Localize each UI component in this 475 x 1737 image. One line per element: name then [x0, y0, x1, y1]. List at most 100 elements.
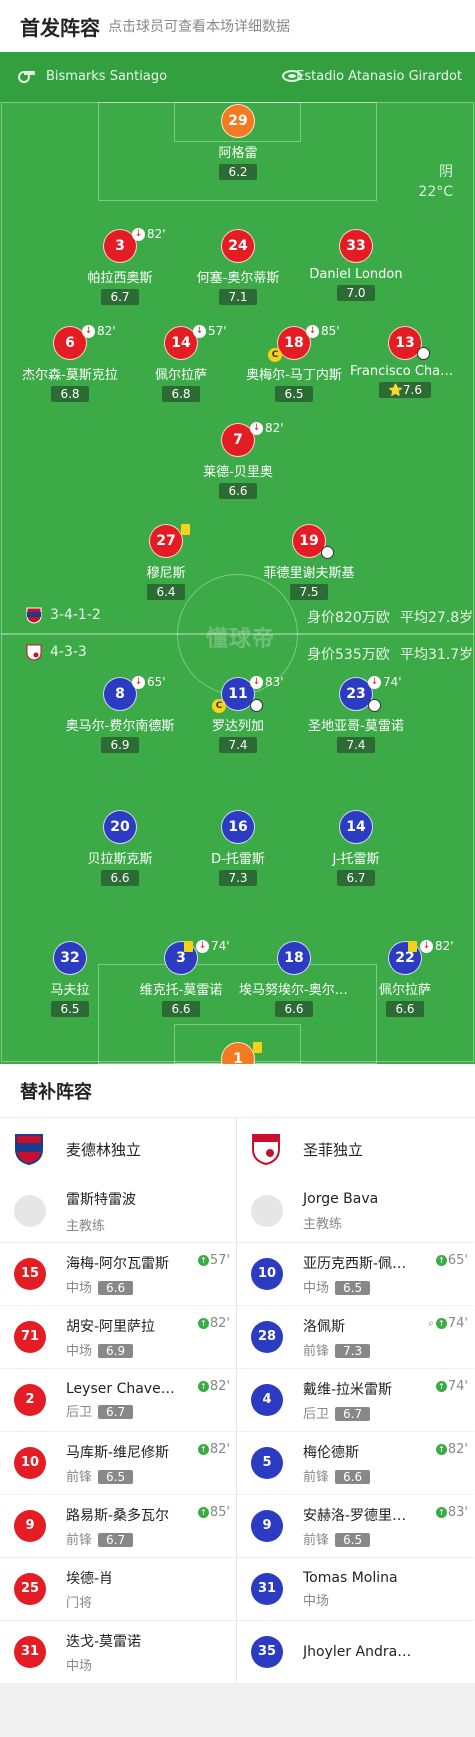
- substitute-row[interactable]: 15 海梅-阿尔瓦雷斯 中场 6.6 ↑ 57': [0, 1242, 236, 1305]
- sub-in-icon: ↑: [197, 1381, 209, 1392]
- sub-in-icon: ↑: [197, 1444, 209, 1455]
- player-number: 16: [221, 810, 255, 844]
- sub-in-minute: 82': [209, 1316, 230, 1331]
- substitution-marker: ↓ 82': [132, 227, 166, 241]
- substitute-row[interactable]: 9 路易斯-桑多瓦尔 前锋 6.7 ↑ 85': [0, 1494, 236, 1557]
- coach-role: 主教练: [66, 1218, 106, 1234]
- sub-out-minute: 82': [97, 324, 116, 338]
- substitute-row[interactable]: 5 梅伦德斯 前锋 6.6 ↑ 82': [237, 1431, 474, 1494]
- sub-number: 25: [14, 1573, 46, 1605]
- coach-avatar-icon: [14, 1195, 46, 1227]
- sub-position: 前锋: [303, 1532, 330, 1548]
- substitute-row[interactable]: 71 胡安-阿里萨拉 中场 6.9 ↑ 82': [0, 1305, 236, 1368]
- away-coach[interactable]: Jorge Bava 主教练: [237, 1180, 474, 1242]
- home-player[interactable]: 33 Daniel London 7.0: [301, 229, 411, 301]
- substitution-marker: ↓ 82': [82, 324, 116, 338]
- home-coach[interactable]: 雷斯特雷波 主教练: [0, 1180, 236, 1242]
- away-player[interactable]: 8 ↓ 65' 奥马尔-费尔南德斯 6.9: [65, 675, 175, 753]
- sub-rating: 6.5: [335, 1532, 371, 1547]
- player-name: 埃马努埃尔-奥尔蒂斯: [239, 983, 349, 998]
- away-player[interactable]: 1: [183, 1042, 293, 1064]
- sub-rating: 6.6: [335, 1469, 371, 1484]
- sub-in-marker: ↑ 82': [197, 1316, 230, 1331]
- sub-number: 31: [14, 1636, 46, 1668]
- sub-in-minute: 82': [447, 1442, 468, 1457]
- sub-out-icon: ↓: [306, 324, 319, 338]
- substitute-row[interactable]: 4 戴维-拉米雷斯 后卫 6.7 ↑ 74': [237, 1368, 474, 1431]
- home-player[interactable]: 18 ↓ 85' C 奥梅尔-马丁内斯 6.5: [239, 324, 349, 402]
- player-name: 佩尔拉萨: [378, 983, 431, 998]
- substitute-row[interactable]: 10 马库斯-维尼修斯 前锋 6.5 ↑ 82': [0, 1431, 236, 1494]
- away-team-row[interactable]: 圣菲独立: [237, 1118, 474, 1180]
- substitute-row[interactable]: 10 亚历克西斯-佩雷斯 中场 6.5 ↑ 65': [237, 1242, 474, 1305]
- home-player[interactable]: 24 何塞-奥尔蒂斯 7.1: [183, 229, 293, 305]
- player-rating: 7.1: [219, 289, 257, 305]
- away-player[interactable]: 16 D-托雷斯 7.3: [183, 810, 293, 886]
- away-player[interactable]: 23 ↓ 74' 圣地亚哥-莫雷诺 7.4: [301, 675, 411, 753]
- home-player[interactable]: 6 ↓ 82' 杰尔森-莫斯克拉 6.8: [15, 324, 125, 402]
- sub-number: 5: [251, 1447, 283, 1479]
- sub-name: Tomas Molina: [303, 1569, 398, 1586]
- sub-name: 戴维-拉米雷斯: [303, 1381, 393, 1398]
- home-player[interactable]: 19 菲德里谢夫斯基 7.5: [254, 524, 364, 600]
- away-player[interactable]: 32 马夫拉 6.5: [15, 941, 125, 1017]
- sub-out-minute: 83': [265, 675, 284, 689]
- sub-position: 中场: [66, 1343, 93, 1359]
- substitute-row[interactable]: 28 洛佩斯 前锋 7.3 ⌕ ↑ 74': [237, 1305, 474, 1368]
- sub-position: 中场: [303, 1280, 330, 1296]
- sub-name: 洛佩斯: [303, 1318, 345, 1335]
- sub-in-marker: ↑ 65': [435, 1253, 468, 1268]
- substitution-marker: ↓ 74': [368, 675, 402, 689]
- away-player[interactable]: 22 ↓ 82' 佩尔拉萨 6.6: [350, 939, 460, 1017]
- away-player[interactable]: 20 贝拉斯克斯 6.6: [65, 810, 175, 886]
- sub-number: 10: [14, 1447, 46, 1479]
- sub-out-icon: ↓: [250, 421, 263, 435]
- sub-in-marker: ↑ 85': [197, 1505, 230, 1520]
- home-formation: 3-4-1-2: [50, 607, 101, 623]
- sub-number: 10: [251, 1258, 283, 1290]
- sub-in-minute: 74': [447, 1316, 468, 1331]
- sub-in-marker: ↑ 82': [197, 1442, 230, 1457]
- away-player[interactable]: 14 J-托雷斯 6.7: [301, 810, 411, 886]
- away-market-value: 身价535万欧: [307, 647, 390, 663]
- sub-position: 中场: [303, 1593, 330, 1609]
- sub-out-minute: 82': [435, 939, 454, 953]
- sub-in-icon: ↑: [435, 1381, 447, 1392]
- home-team-row[interactable]: 麦德林独立: [0, 1118, 236, 1180]
- sub-name: 路易斯-桑多瓦尔: [66, 1507, 170, 1524]
- assist-icon: [417, 347, 430, 360]
- player-rating: 7.3: [219, 870, 257, 886]
- home-player[interactable]: 14 ↓ 57' 佩尔拉萨 6.8: [126, 324, 236, 402]
- substitution-marker: ↓ 83': [250, 675, 284, 689]
- substitute-row[interactable]: 31 迭戈-莫雷诺 中场: [0, 1620, 236, 1683]
- home-player[interactable]: 3 ↓ 82' 帕拉西奥斯 6.7: [65, 227, 175, 305]
- player-name: 阿格雷: [218, 146, 258, 161]
- sub-out-icon: ↓: [250, 675, 263, 689]
- player-rating: 6.6: [219, 483, 257, 499]
- away-player[interactable]: 18 埃马努埃尔-奥尔蒂斯 6.6: [239, 941, 349, 1017]
- sub-in-minute: 83': [447, 1505, 468, 1520]
- sub-out-minute: 74': [383, 675, 402, 689]
- sub-number: 28: [251, 1321, 283, 1353]
- away-player[interactable]: 3 ↓ 74' 维克托-莫雷诺 6.6: [126, 939, 236, 1017]
- yellow-card-icon: [408, 941, 417, 952]
- sub-in-minute: 74': [447, 1379, 468, 1394]
- yellow-card-icon: [181, 524, 190, 535]
- home-player[interactable]: 7 ↓ 82' 莱德-贝里奥 6.6: [183, 421, 293, 499]
- substitute-row[interactable]: 25 埃德-肖 门将: [0, 1557, 236, 1620]
- player-rating: 6.6: [275, 1001, 313, 1017]
- away-player[interactable]: 11 ↓ 83' C 罗达列加 7.4: [183, 675, 293, 753]
- sub-in-minute: 65': [447, 1253, 468, 1268]
- player-rating: 7.5: [290, 584, 328, 600]
- sub-name: 海梅-阿尔瓦雷斯: [66, 1255, 170, 1272]
- home-player[interactable]: 13 Francisco Chaverra ⭐7.6: [350, 326, 460, 398]
- substitute-row[interactable]: 9 安赫洛-罗德里格斯 前锋 6.5 ↑ 83': [237, 1494, 474, 1557]
- coach-name: 雷斯特雷波: [66, 1191, 136, 1208]
- home-player[interactable]: 27 穆尼斯 6.4: [111, 524, 221, 600]
- substitute-row[interactable]: 31 Tomas Molina 中场: [237, 1557, 474, 1620]
- home-player[interactable]: 29 阿格雷 6.2: [183, 104, 293, 180]
- substitute-row[interactable]: 2 Leyser Chaverra 后卫 6.7 ↑ 82': [0, 1368, 236, 1431]
- player-rating: 6.4: [147, 584, 185, 600]
- player-name: 维克托-莫雷诺: [139, 983, 223, 998]
- substitute-row[interactable]: 35 Jhoyler Andrade: [237, 1620, 474, 1683]
